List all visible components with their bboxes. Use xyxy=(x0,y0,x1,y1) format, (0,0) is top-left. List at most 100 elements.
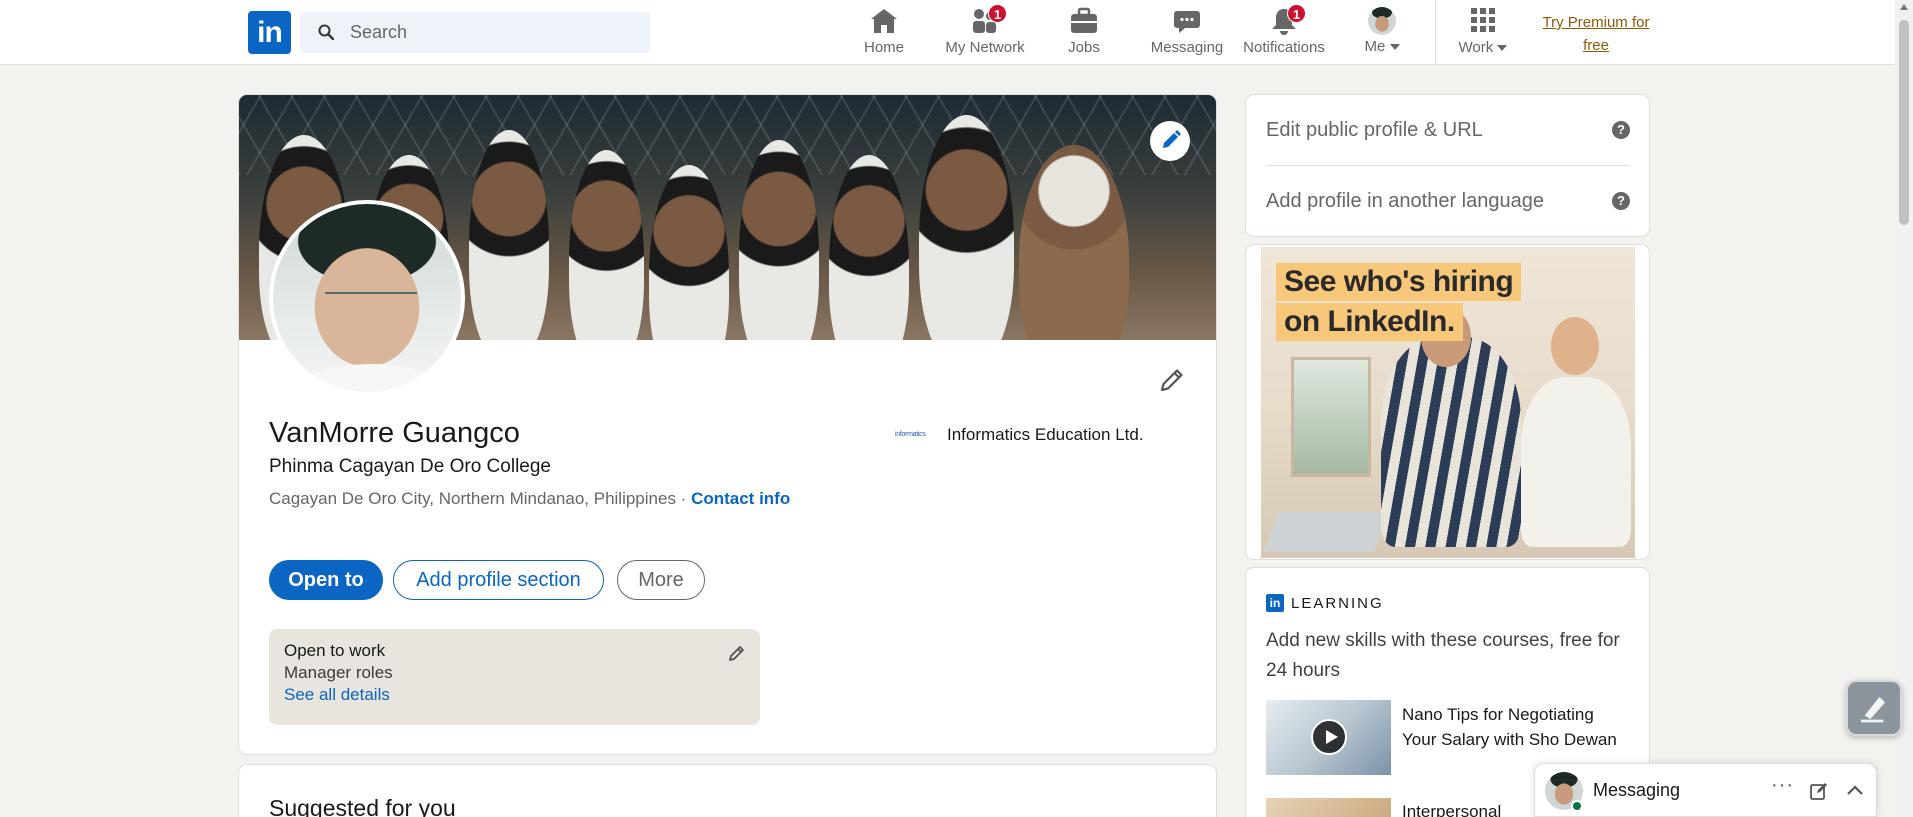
company-logo: informatics xyxy=(895,431,926,438)
profile-location-line: Cagayan De Oro City, Northern Mindanao, … xyxy=(269,489,790,509)
help-icon[interactable]: ? xyxy=(1612,192,1630,210)
bell-icon-wrap: 1 xyxy=(1268,4,1306,36)
nav-jobs-label: Jobs xyxy=(1068,39,1100,56)
more-button[interactable]: More xyxy=(617,560,705,600)
course-thumbnail xyxy=(1266,700,1391,775)
nav-me-label: Me xyxy=(1364,38,1386,55)
nav-work-label-wrap: Work xyxy=(1455,39,1511,56)
edit-public-profile-link[interactable]: Edit public profile & URL? xyxy=(1266,95,1630,166)
ad-headline-line2: on LinkedIn. xyxy=(1276,303,1463,341)
see-all-details-link[interactable]: See all details xyxy=(284,685,390,705)
nav-work[interactable]: Work xyxy=(1455,6,1511,60)
learning-label: LEARNING xyxy=(1291,594,1384,612)
ad-window xyxy=(1291,357,1371,477)
scroll-up-arrow[interactable] xyxy=(1900,4,1908,10)
top-nav: in Home 1 My Network Jobs Messaging 1 No… xyxy=(0,0,1895,65)
network-badge: 1 xyxy=(988,4,1007,23)
nav-home[interactable]: Home xyxy=(860,6,908,60)
profile-location: Cagayan De Oro City, Northern Mindanao, … xyxy=(269,489,676,508)
briefcase-icon xyxy=(1071,7,1097,33)
search-box[interactable] xyxy=(300,12,650,53)
linkedin-logo[interactable]: in xyxy=(248,11,291,54)
edit-banner-button[interactable] xyxy=(1150,121,1190,161)
edit-intro-pencil-icon[interactable] xyxy=(1157,365,1187,395)
suggested-title: Suggested for you xyxy=(269,795,456,817)
nav-work-label: Work xyxy=(1458,39,1494,56)
grid-icon xyxy=(1471,8,1495,32)
nav-notifications[interactable]: 1 Notifications xyxy=(1240,4,1328,60)
avatar-shirt xyxy=(293,364,449,392)
play-icon xyxy=(1311,719,1347,755)
edit-public-profile-label: Edit public profile & URL xyxy=(1266,119,1483,141)
caret-down-icon xyxy=(1497,45,1508,52)
nav-my-network[interactable]: 1 My Network xyxy=(940,4,1030,60)
contact-info-link[interactable]: Contact info xyxy=(691,489,790,508)
me-avatar xyxy=(1368,7,1396,35)
location-separator: · xyxy=(675,489,692,508)
premium-line1: Try Premium for xyxy=(1542,14,1650,31)
add-language-label: Add profile in another language xyxy=(1266,190,1544,212)
ad-person-right-head xyxy=(1551,317,1599,375)
learning-header: in LEARNING xyxy=(1266,594,1384,612)
company-name: Informatics Education Ltd. xyxy=(947,425,1144,444)
caret-down-icon xyxy=(1389,44,1400,51)
premium-line2: free xyxy=(1583,37,1609,54)
extension-icon xyxy=(1861,696,1886,723)
nav-divider xyxy=(1435,0,1436,65)
avatar-glasses xyxy=(325,292,417,312)
ad-person-right xyxy=(1521,377,1631,547)
nav-jobs[interactable]: Jobs xyxy=(1062,6,1106,60)
nav-messaging-label: Messaging xyxy=(1150,39,1224,56)
current-company[interactable]: informatics Informatics Education Ltd. xyxy=(895,425,1144,445)
floating-extension-icon[interactable] xyxy=(1846,680,1902,736)
nav-notifications-label: Notifications xyxy=(1243,39,1325,56)
pencil-icon xyxy=(1163,130,1181,148)
compose-icon[interactable] xyxy=(1809,781,1829,801)
open-to-button[interactable]: Open to xyxy=(269,560,383,600)
add-profile-section-button[interactable]: Add profile section xyxy=(393,560,604,600)
notifications-badge: 1 xyxy=(1287,4,1306,23)
profile-photo[interactable] xyxy=(269,200,465,396)
help-icon[interactable]: ? xyxy=(1612,121,1630,139)
ad-laptop xyxy=(1263,512,1389,552)
learning-description: Add new skills with these courses, free … xyxy=(1266,630,1620,681)
profile-name: VanMorre Guangco xyxy=(269,417,520,449)
nav-messaging[interactable]: Messaging xyxy=(1142,6,1232,60)
home-icon xyxy=(871,9,897,33)
open-to-work-title: Open to work xyxy=(284,641,386,660)
open-to-work-card[interactable]: Open to work Manager roles See all detai… xyxy=(269,629,760,725)
messaging-bar[interactable]: Messaging ··· xyxy=(1534,763,1877,817)
hiring-ad[interactable]: See who's hiring on LinkedIn. xyxy=(1245,244,1650,560)
try-premium-link[interactable]: Try Premium for free xyxy=(1530,11,1662,57)
course-item[interactable]: Interpersonal xyxy=(1266,798,1501,817)
profile-card: VanMorre Guangco Phinma Cagayan De Oro C… xyxy=(238,94,1217,755)
ad-headline-line1: See who's hiring xyxy=(1276,263,1522,301)
nav-home-label: Home xyxy=(863,39,904,56)
chevron-up-icon[interactable] xyxy=(1845,781,1865,801)
edit-open-to-work-pencil-icon[interactable] xyxy=(727,643,747,663)
profile-settings-card: Edit public profile & URL? Add profile i… xyxy=(1245,94,1650,237)
profile-headline: Phinma Cagayan De Oro College xyxy=(269,456,551,477)
search-input[interactable] xyxy=(350,12,640,53)
banner-person xyxy=(649,165,729,340)
linkedin-learning-logo: in xyxy=(1266,594,1284,612)
ad-image: See who's hiring on LinkedIn. xyxy=(1261,247,1635,558)
chat-icon xyxy=(1174,11,1200,33)
nav-me-label-wrap: Me xyxy=(1362,38,1402,55)
search-icon xyxy=(318,24,334,40)
scrollbar-thumb[interactable] xyxy=(1899,20,1909,225)
network-icon-wrap: 1 xyxy=(969,4,1007,36)
nav-me[interactable]: Me xyxy=(1362,6,1402,60)
course-title: Interpersonal xyxy=(1402,802,1502,817)
more-options-icon[interactable]: ··· xyxy=(1771,774,1794,797)
online-status-dot xyxy=(1571,800,1583,812)
messaging-label: Messaging xyxy=(1593,780,1681,800)
ad-person-left xyxy=(1381,337,1521,547)
add-language-profile-link[interactable]: Add profile in another language? xyxy=(1266,166,1630,237)
open-to-work-roles: Manager roles xyxy=(284,663,393,682)
nav-network-label: My Network xyxy=(945,39,1025,56)
banner-person xyxy=(829,155,909,340)
banner-person xyxy=(569,150,644,340)
suggested-card: Suggested for you xyxy=(238,764,1217,817)
course-thumbnail xyxy=(1266,798,1391,817)
